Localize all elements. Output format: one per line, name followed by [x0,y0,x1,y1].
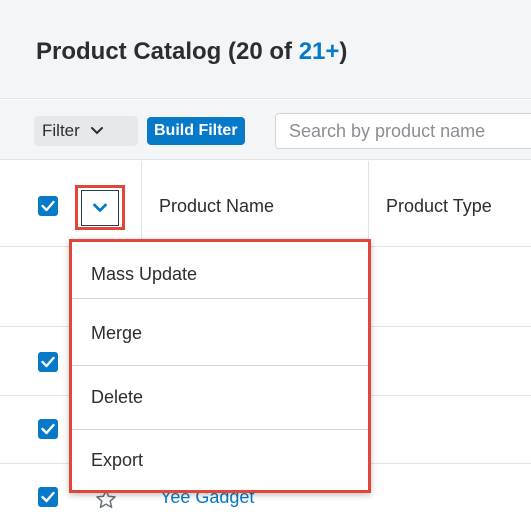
column-header-product-type[interactable]: Product Type [386,196,492,217]
page-title-text: Product Catalog (20 of [36,38,299,65]
build-filter-button[interactable]: Build Filter [147,117,245,145]
column-header-product-name[interactable]: Product Name [159,196,274,217]
filter-dropdown-button[interactable]: Filter [34,116,138,146]
chevron-down-icon [93,203,107,212]
page-title-close: ) [339,38,348,65]
checkmark-icon [41,356,55,368]
menu-item-merge[interactable]: Merge [72,304,368,362]
mass-actions-button[interactable] [75,185,125,230]
row-checkbox[interactable] [38,487,58,507]
mass-actions-menu: Mass Update Merge Delete Export [69,239,371,493]
column-divider [141,161,142,247]
page-title: Product Catalog (20 of 21+) [36,38,347,66]
checkmark-icon [41,200,55,212]
row-checkbox[interactable] [38,352,58,372]
select-all-checkbox[interactable] [38,196,58,216]
filter-label: Filter [42,121,80,140]
column-divider [368,161,369,247]
menu-separator [72,298,368,299]
menu-item-export[interactable]: Export [72,430,368,490]
checkmark-icon [41,423,55,435]
row-checkbox[interactable] [38,419,58,439]
menu-item-mass-update[interactable]: Mass Update [72,242,368,306]
mass-actions-button-inner [81,189,119,226]
search-input[interactable]: Search by product name [275,113,531,149]
menu-item-delete[interactable]: Delete [72,366,368,428]
checkmark-icon [41,491,55,503]
chevron-down-icon [90,121,104,141]
record-count-link[interactable]: 21+ [299,38,340,65]
